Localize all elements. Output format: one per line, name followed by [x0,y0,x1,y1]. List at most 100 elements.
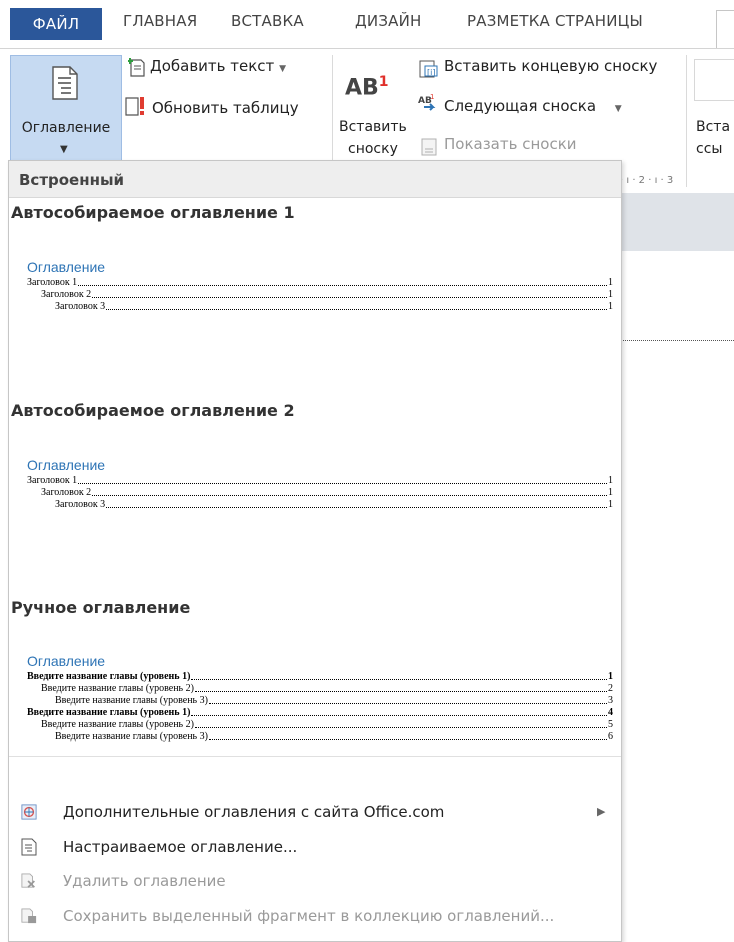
toc-preview-row: Введите название главы (уровень 3) 3 [27,695,613,707]
toc-preview: Оглавление Введите название главы (уровен… [27,653,613,743]
toc-page-number: 3 [608,695,613,706]
ribbon-separator [686,55,687,187]
menu-item-more-office[interactable]: Дополнительные оглавления с сайта Office… [9,799,621,827]
next-footnote-button[interactable]: Следующая сноска ▼ [444,97,622,115]
tab-insert[interactable]: ВСТАВКА [231,12,304,30]
toc-preview-row: Заголовок 2 1 [27,289,613,301]
toc-page-number: 1 [608,289,613,300]
toc-page-number: 1 [608,301,613,312]
toc-preview-row: Заголовок 1 1 [27,277,613,289]
toc-entry-text: Введите название главы (уровень 3) [55,695,208,706]
menu-item-label: Сохранить выделенный фрагмент в коллекци… [63,907,555,925]
toc-entry-text: Заголовок 2 [41,487,92,498]
show-notes-button[interactable]: Показать сноски [444,135,577,153]
gallery-title: Автособираемое оглавление 1 [11,203,295,222]
gallery-title: Ручное оглавление [11,598,191,617]
toc-leader-dots [194,683,607,692]
menu-divider [9,756,621,757]
toc-entry-text: Заголовок 1 [27,475,78,486]
menu-section-header: Встроенный [9,161,621,198]
ribbon-tabs: ФАЙЛ ГЛАВНАЯ ВСТАВКА ДИЗАЙН РАЗМЕТКА СТР… [0,0,734,51]
custom-toc-icon [21,838,37,856]
remove-toc-icon [21,873,35,888]
toc-page-number: 1 [608,475,613,486]
insert-footnote-label-2[interactable]: сноску [348,141,398,157]
document-dotted-line [620,340,734,341]
insert-citation-label-2[interactable]: ссы [696,141,722,157]
toc-leader-dots [191,671,607,680]
add-text-button[interactable]: Добавить текст ▼ [150,57,286,75]
toc-page-number: 1 [608,487,613,498]
menu-item-label: Дополнительные оглавления с сайта Office… [63,803,445,821]
citation-icon [694,59,734,101]
toc-preview-heading: Оглавление [27,457,106,473]
toc-page-number: 1 [608,277,613,288]
toc-leader-dots [191,707,607,716]
insert-footnote-label-1[interactable]: Вставить [339,119,407,135]
menu-item-label: Удалить оглавление [63,872,226,890]
ruler-bar [620,193,734,251]
toc-page-number: 1 [608,499,613,510]
toc-preview-heading: Оглавление [27,653,106,669]
toc-preview-row: Заголовок 3 1 [27,301,613,313]
toc-leader-dots [106,499,607,508]
toc-entry-text: Заголовок 3 [55,499,106,510]
toc-button-label: Оглавление [21,120,111,136]
toc-leader-dots [208,731,607,740]
menu-item-custom-toc[interactable]: Настраиваемое оглавление... [9,834,621,862]
tab-file[interactable]: ФАЙЛ [10,8,102,40]
toc-page-number: 5 [608,719,613,730]
toc-entry-text: Заголовок 2 [41,289,92,300]
toc-leader-dots [208,695,607,704]
toc-page-number: 4 [608,707,613,718]
office-globe-icon [21,804,37,820]
toc-preview-row: Введите название главы (уровень 1) 1 [27,671,613,683]
tab-references[interactable] [716,10,734,51]
toc-preview-row: Заголовок 2 1 [27,487,613,499]
toc-preview-row: Введите название главы (уровень 3) 6 [27,731,613,743]
toc-leader-dots [78,277,607,286]
tab-page-layout[interactable]: РАЗМЕТКА СТРАНИЦЫ [467,12,643,30]
toc-entry-text: Введите название главы (уровень 3) [55,731,208,742]
toc-entry-text: Заголовок 1 [27,277,78,288]
endnote-icon: [i] [419,60,438,78]
toc-leader-dots [78,475,607,484]
tab-design[interactable]: ДИЗАЙН [355,12,422,30]
update-table-icon [125,97,144,116]
menu-item-remove-toc[interactable]: Удалить оглавление [9,868,621,896]
toc-preview: Оглавление Заголовок 1 1 Заголовок 2 1 Заголо… [27,259,613,313]
insert-citation-label-1[interactable]: Вста [696,119,730,135]
toc-preview-row: Введите название главы (уровень 2) 2 [27,683,613,695]
toc-entry-text: Введите название главы (уровень 2) [41,683,194,694]
next-footnote-icon: AB 1 [418,93,436,111]
footnote-icon: AB1 [345,74,389,101]
toc-leader-dots [194,719,607,728]
toc-preview-heading: Оглавление [27,259,106,275]
next-footnote-label: Следующая сноска [444,97,597,115]
svg-text:[i]: [i] [427,68,435,77]
gallery-title: Автособираемое оглавление 2 [11,401,295,420]
toc-preview-row: Заголовок 1 1 [27,475,613,487]
svg-text:1: 1 [430,93,434,101]
toc-entry-text: Введите название главы (уровень 1) [27,707,191,718]
toc-document-icon [52,66,78,100]
add-text-label: Добавить текст [150,57,275,75]
menu-item-save-selection[interactable]: Сохранить выделенный фрагмент в коллекци… [9,903,621,931]
toc-preview-row: Введите название главы (уровень 2) 5 [27,719,613,731]
chevron-right-icon: ▶ [597,805,606,818]
save-selection-icon [21,908,37,924]
toc-entry-text: Введите название главы (уровень 2) [41,719,194,730]
tab-home[interactable]: ГЛАВНАЯ [123,12,197,30]
menu-item-label: Настраиваемое оглавление... [63,838,298,856]
update-table-button[interactable]: Обновить таблицу [152,99,299,117]
horizontal-ruler: · ı · 2 · ı · 3 [620,175,674,186]
chevron-down-icon: ▼ [60,144,68,155]
add-text-icon [128,58,145,77]
insert-endnote-button[interactable]: Вставить концевую сноску [444,57,657,75]
show-notes-icon [421,138,437,156]
toc-leader-dots [92,289,607,298]
toc-preview: Оглавление Заголовок 1 1 Заголовок 2 1 Заголо… [27,457,613,511]
toc-preview-row: Заголовок 3 1 [27,499,613,511]
toc-page-number: 2 [608,683,613,694]
toc-page-number: 1 [608,671,613,682]
